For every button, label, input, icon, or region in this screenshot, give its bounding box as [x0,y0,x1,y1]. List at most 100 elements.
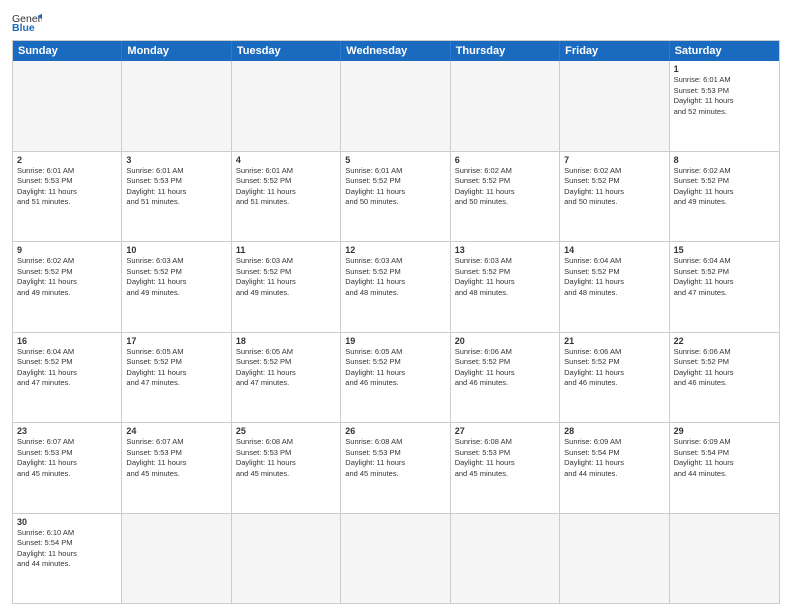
day-number: 11 [236,245,336,255]
day-number: 17 [126,336,226,346]
day-info: Sunrise: 6:06 AM Sunset: 5:52 PM Dayligh… [674,347,775,389]
day-cell-15: 15Sunrise: 6:04 AM Sunset: 5:52 PM Dayli… [670,242,779,332]
day-number: 13 [455,245,555,255]
day-info: Sunrise: 6:04 AM Sunset: 5:52 PM Dayligh… [17,347,117,389]
day-cell-2: 2Sunrise: 6:01 AM Sunset: 5:53 PM Daylig… [13,152,122,242]
day-cell-21: 21Sunrise: 6:06 AM Sunset: 5:52 PM Dayli… [560,333,669,423]
day-info: Sunrise: 6:05 AM Sunset: 5:52 PM Dayligh… [126,347,226,389]
day-number: 16 [17,336,117,346]
day-info: Sunrise: 6:01 AM Sunset: 5:53 PM Dayligh… [126,166,226,208]
header: General Blue [12,10,780,34]
day-cell-30: 30Sunrise: 6:10 AM Sunset: 5:54 PM Dayli… [13,514,122,604]
day-info: Sunrise: 6:01 AM Sunset: 5:53 PM Dayligh… [17,166,117,208]
day-info: Sunrise: 6:04 AM Sunset: 5:52 PM Dayligh… [674,256,775,298]
empty-cell [560,61,669,151]
week-row-3: 16Sunrise: 6:04 AM Sunset: 5:52 PM Dayli… [13,332,779,423]
week-row-0: 1Sunrise: 6:01 AM Sunset: 5:53 PM Daylig… [13,61,779,151]
day-cell-13: 13Sunrise: 6:03 AM Sunset: 5:52 PM Dayli… [451,242,560,332]
empty-cell [670,514,779,604]
day-cell-11: 11Sunrise: 6:03 AM Sunset: 5:52 PM Dayli… [232,242,341,332]
day-cell-27: 27Sunrise: 6:08 AM Sunset: 5:53 PM Dayli… [451,423,560,513]
day-number: 9 [17,245,117,255]
empty-cell [451,61,560,151]
day-info: Sunrise: 6:02 AM Sunset: 5:52 PM Dayligh… [455,166,555,208]
day-number: 12 [345,245,445,255]
day-number: 6 [455,155,555,165]
day-info: Sunrise: 6:10 AM Sunset: 5:54 PM Dayligh… [17,528,117,570]
logo: General Blue [12,10,46,34]
svg-text:Blue: Blue [12,22,35,34]
day-info: Sunrise: 6:08 AM Sunset: 5:53 PM Dayligh… [455,437,555,479]
empty-cell [341,514,450,604]
day-header-friday: Friday [560,41,669,61]
day-info: Sunrise: 6:04 AM Sunset: 5:52 PM Dayligh… [564,256,664,298]
day-header-monday: Monday [122,41,231,61]
day-info: Sunrise: 6:02 AM Sunset: 5:52 PM Dayligh… [674,166,775,208]
empty-cell [451,514,560,604]
day-cell-1: 1Sunrise: 6:01 AM Sunset: 5:53 PM Daylig… [670,61,779,151]
empty-cell [232,514,341,604]
day-info: Sunrise: 6:06 AM Sunset: 5:52 PM Dayligh… [564,347,664,389]
day-header-sunday: Sunday [13,41,122,61]
day-cell-6: 6Sunrise: 6:02 AM Sunset: 5:52 PM Daylig… [451,152,560,242]
day-number: 4 [236,155,336,165]
day-info: Sunrise: 6:08 AM Sunset: 5:53 PM Dayligh… [345,437,445,479]
day-number: 20 [455,336,555,346]
day-number: 27 [455,426,555,436]
day-number: 1 [674,64,775,74]
day-number: 7 [564,155,664,165]
day-info: Sunrise: 6:03 AM Sunset: 5:52 PM Dayligh… [126,256,226,298]
calendar: SundayMondayTuesdayWednesdayThursdayFrid… [12,40,780,604]
day-info: Sunrise: 6:01 AM Sunset: 5:53 PM Dayligh… [674,75,775,117]
day-info: Sunrise: 6:09 AM Sunset: 5:54 PM Dayligh… [674,437,775,479]
day-number: 26 [345,426,445,436]
day-info: Sunrise: 6:07 AM Sunset: 5:53 PM Dayligh… [126,437,226,479]
day-info: Sunrise: 6:07 AM Sunset: 5:53 PM Dayligh… [17,437,117,479]
day-cell-16: 16Sunrise: 6:04 AM Sunset: 5:52 PM Dayli… [13,333,122,423]
day-info: Sunrise: 6:03 AM Sunset: 5:52 PM Dayligh… [345,256,445,298]
day-info: Sunrise: 6:02 AM Sunset: 5:52 PM Dayligh… [564,166,664,208]
day-cell-25: 25Sunrise: 6:08 AM Sunset: 5:53 PM Dayli… [232,423,341,513]
day-number: 29 [674,426,775,436]
week-row-5: 30Sunrise: 6:10 AM Sunset: 5:54 PM Dayli… [13,513,779,604]
day-number: 25 [236,426,336,436]
day-number: 22 [674,336,775,346]
day-headers: SundayMondayTuesdayWednesdayThursdayFrid… [13,41,779,61]
day-info: Sunrise: 6:02 AM Sunset: 5:52 PM Dayligh… [17,256,117,298]
day-number: 19 [345,336,445,346]
day-info: Sunrise: 6:05 AM Sunset: 5:52 PM Dayligh… [236,347,336,389]
week-row-4: 23Sunrise: 6:07 AM Sunset: 5:53 PM Dayli… [13,422,779,513]
day-number: 5 [345,155,445,165]
day-header-wednesday: Wednesday [341,41,450,61]
day-cell-24: 24Sunrise: 6:07 AM Sunset: 5:53 PM Dayli… [122,423,231,513]
day-number: 14 [564,245,664,255]
empty-cell [122,514,231,604]
day-number: 28 [564,426,664,436]
day-number: 18 [236,336,336,346]
empty-cell [122,61,231,151]
day-cell-22: 22Sunrise: 6:06 AM Sunset: 5:52 PM Dayli… [670,333,779,423]
week-row-1: 2Sunrise: 6:01 AM Sunset: 5:53 PM Daylig… [13,151,779,242]
day-number: 10 [126,245,226,255]
empty-cell [560,514,669,604]
day-info: Sunrise: 6:01 AM Sunset: 5:52 PM Dayligh… [236,166,336,208]
day-header-tuesday: Tuesday [232,41,341,61]
day-info: Sunrise: 6:03 AM Sunset: 5:52 PM Dayligh… [455,256,555,298]
day-cell-17: 17Sunrise: 6:05 AM Sunset: 5:52 PM Dayli… [122,333,231,423]
day-cell-19: 19Sunrise: 6:05 AM Sunset: 5:52 PM Dayli… [341,333,450,423]
week-row-2: 9Sunrise: 6:02 AM Sunset: 5:52 PM Daylig… [13,241,779,332]
day-info: Sunrise: 6:06 AM Sunset: 5:52 PM Dayligh… [455,347,555,389]
weeks-container: 1Sunrise: 6:01 AM Sunset: 5:53 PM Daylig… [13,61,779,603]
day-number: 3 [126,155,226,165]
day-cell-12: 12Sunrise: 6:03 AM Sunset: 5:52 PM Dayli… [341,242,450,332]
day-number: 23 [17,426,117,436]
day-number: 24 [126,426,226,436]
day-cell-9: 9Sunrise: 6:02 AM Sunset: 5:52 PM Daylig… [13,242,122,332]
logo-icon: General Blue [12,10,42,34]
day-cell-3: 3Sunrise: 6:01 AM Sunset: 5:53 PM Daylig… [122,152,231,242]
day-number: 2 [17,155,117,165]
empty-cell [232,61,341,151]
day-cell-29: 29Sunrise: 6:09 AM Sunset: 5:54 PM Dayli… [670,423,779,513]
day-cell-7: 7Sunrise: 6:02 AM Sunset: 5:52 PM Daylig… [560,152,669,242]
day-header-thursday: Thursday [451,41,560,61]
